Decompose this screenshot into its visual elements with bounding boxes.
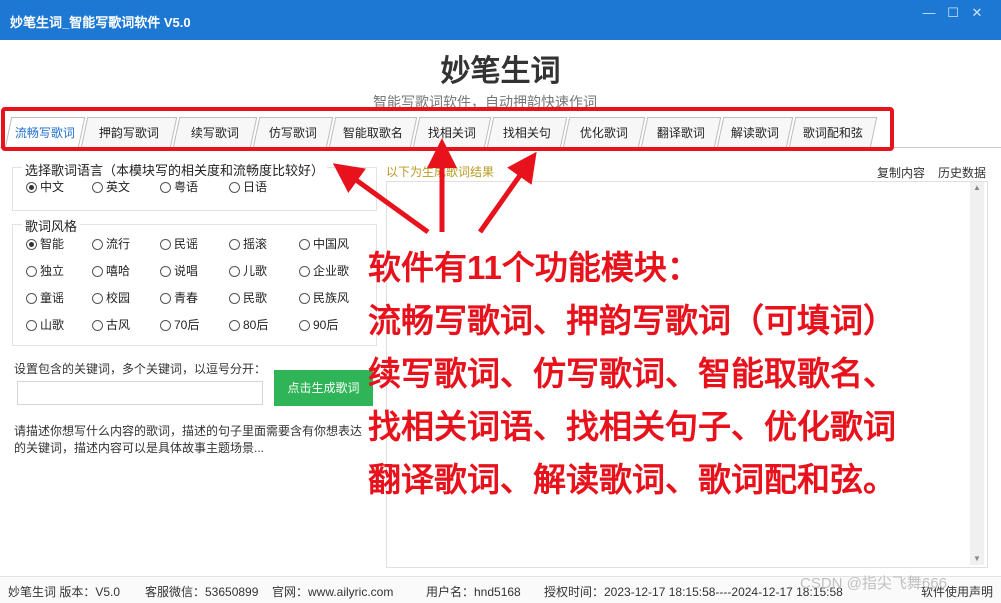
- status-license-time: 授权时间：2023-12-17 18:15:58----2024-12-17 1…: [544, 585, 843, 599]
- watermark-text: CSDN @指尖飞舞666: [800, 575, 947, 592]
- status-website[interactable]: 官网：www.ailyric.com: [272, 583, 393, 600]
- status-support-wechat: 客服微信：53650899: [145, 585, 259, 599]
- status-app-version: 妙笔生词 版本：V5.0: [8, 585, 121, 599]
- annotation-line-5: 翻译歌词、解读歌词、歌词配和弦。: [368, 461, 896, 498]
- status-username: 用户名：hnd5168: [426, 585, 521, 599]
- arrow-left: [332, 163, 430, 235]
- annotation-line-2: 流畅写歌词、押韵写歌词（可填词）: [368, 302, 896, 339]
- annotation-line-3: 续写歌词、仿写歌词、智能取歌名、: [368, 355, 896, 392]
- annotation-line-1: 软件有11个功能模块：: [368, 249, 700, 286]
- annotation-line-4: 找相关词语、找相关句子、优化歌词: [368, 408, 896, 445]
- arrow-right: [477, 151, 537, 234]
